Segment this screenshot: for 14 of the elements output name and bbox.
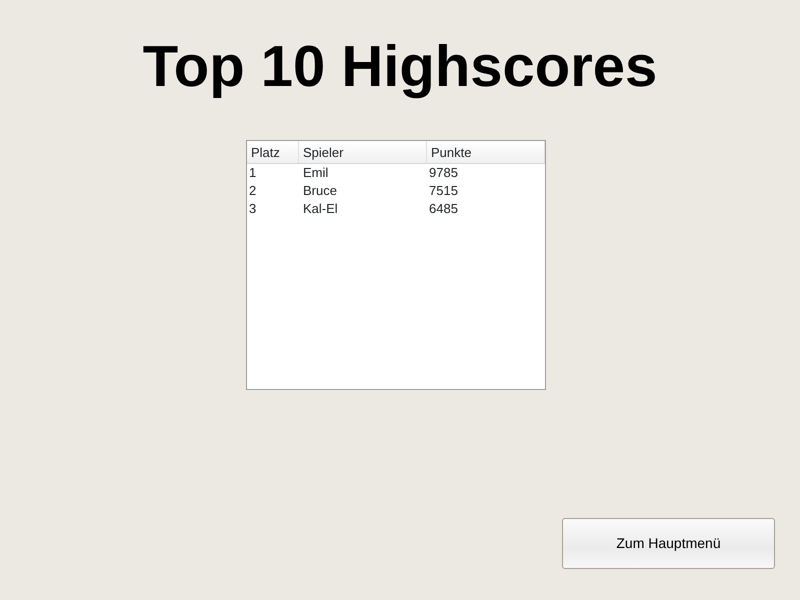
column-header[interactable]: Spieler xyxy=(299,141,427,163)
table-cell-text: Kal-El xyxy=(302,200,339,218)
table-cell-text: 3 xyxy=(248,200,258,218)
table-cell-text: Bruce xyxy=(302,182,338,200)
table-cell-text: 6485 xyxy=(428,200,459,218)
table-cell-text: 1 xyxy=(248,164,258,182)
page-title: Top 10 Highscores xyxy=(142,33,658,101)
table-cell-text: Emil xyxy=(302,164,330,182)
table-cell-text: 9785 xyxy=(428,164,459,182)
main-menu-button[interactable]: Zum Hauptmenü xyxy=(562,518,775,569)
column-header[interactable]: Punkte xyxy=(427,141,545,163)
table-cell-text: 7515 xyxy=(428,182,459,200)
table-cell-text: 2 xyxy=(248,182,258,200)
column-header[interactable]: Platz xyxy=(247,141,299,163)
